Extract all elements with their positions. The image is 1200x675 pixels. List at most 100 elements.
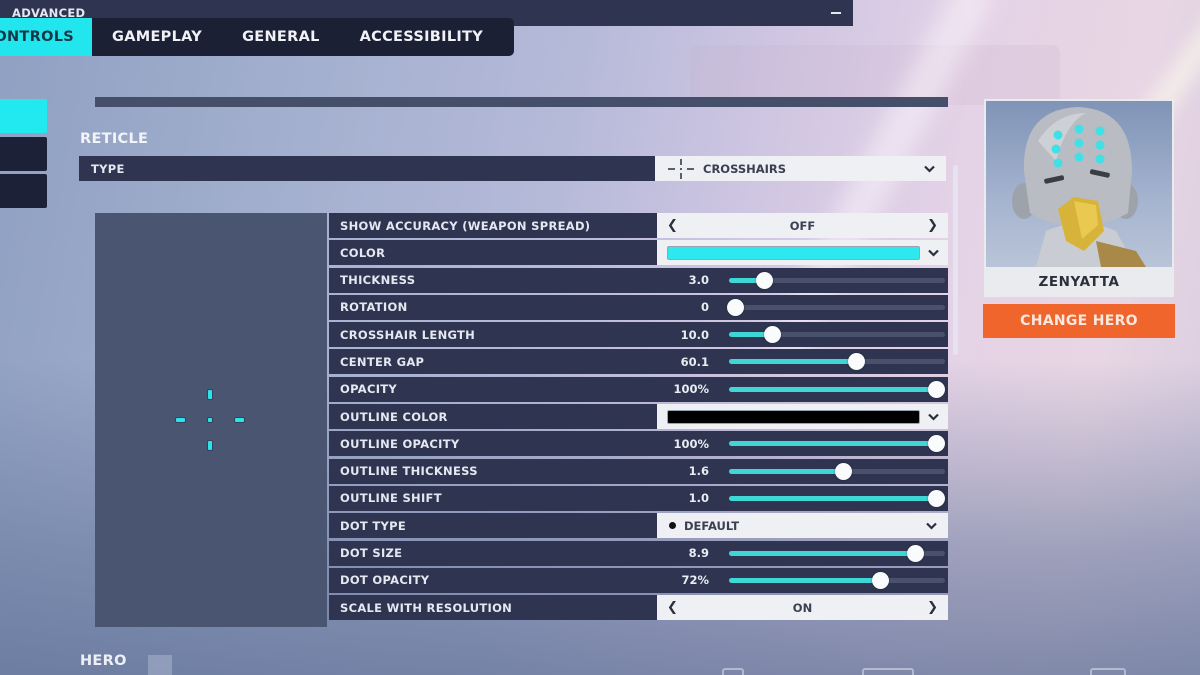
setting-label: ROTATION [329,294,657,320]
outline-shift-slider[interactable]: 1.0 [657,485,948,511]
reticle-advanced-settings: SHOW ACCURACY (WEAPON SPREAD) ❮ OFF ❯ COLOR T… [329,213,948,622]
slider-fill [729,577,881,583]
slider-value: 0 [700,300,709,315]
change-hero-button[interactable]: CHANGE HERO [983,304,1175,338]
previous-setting-row [95,97,948,107]
section-title-hero: HERO [80,653,127,669]
setting-label: DOT OPACITY [329,567,657,593]
outline-opacity-slider[interactable]: 100% [657,431,948,457]
setting-row-opacity: OPACITY 100% [329,376,948,402]
chevron-left-icon[interactable]: ❮ [667,218,678,233]
show-accuracy-weapon-spread-selector: ❮ OFF ❯ [657,213,948,238]
sidebar-item[interactable] [0,137,47,171]
scrollbar[interactable] [953,165,958,355]
slider-track[interactable] [729,489,946,507]
crosshair-preview-right [235,418,244,422]
slider-track[interactable] [729,571,945,589]
rotation-slider[interactable]: 0 [657,294,948,320]
slider-value: 1.0 [688,491,709,506]
slider-thumb[interactable] [928,380,946,398]
slider-fill [729,441,937,447]
setting-row-dot-opacity: DOT OPACITY 72% [329,567,948,593]
sidebar-item[interactable] [0,174,47,208]
center-gap-slider[interactable]: 60.1 [657,349,948,375]
reticle-type-value: CROSSHAIRS [703,161,787,176]
sidebar-item-active[interactable] [0,99,47,133]
slider-thumb[interactable] [727,298,745,316]
collapse-minus-icon[interactable] [831,12,841,14]
tab-general[interactable]: GENERAL [222,18,340,56]
tab-gameplay[interactable]: GAMEPLAY [92,18,222,56]
slider-value: 72% [681,573,709,588]
hero-portrait [986,101,1172,267]
setting-label: SHOW ACCURACY (WEAPON SPREAD) [329,213,657,238]
setting-row-show-accuracy-weapon-spread: SHOW ACCURACY (WEAPON SPREAD) ❮ OFF ❯ [329,213,948,238]
slider-track[interactable] [729,544,945,562]
tab-accessibility[interactable]: ACCESSIBILITY [340,18,503,56]
setting-label: COLOR [329,240,657,266]
color-swatch [667,245,920,260]
settings-tab-bar: CONTROLS GAMEPLAY GENERAL ACCESSIBILITY [0,18,514,56]
crosshair-preview-dot [208,418,212,422]
slider-fill [729,495,937,501]
scale-with-resolution-selector: ❮ ON ❯ [657,595,948,620]
slider-track[interactable] [729,353,945,371]
slider-value: 3.0 [688,273,709,288]
setting-row-crosshair-length: CROSSHAIR LENGTH 10.0 [329,322,948,348]
slider-thumb[interactable] [928,489,946,507]
chevron-down-icon [922,162,936,176]
slider-fill [729,359,857,365]
slider-thumb[interactable] [848,353,866,371]
dot-size-slider[interactable]: 8.9 [657,540,948,566]
slider-track[interactable] [729,380,946,398]
slider-thumb[interactable] [835,462,853,480]
setting-label: OUTLINE COLOR [329,404,657,430]
setting-label: OUTLINE THICKNESS [329,458,657,484]
setting-label: CROSSHAIR LENGTH [329,322,657,348]
slider-thumb[interactable] [872,571,890,589]
setting-row-outline-shift: OUTLINE SHIFT 1.0 [329,485,948,511]
slider-value: 1.6 [688,464,709,479]
setting-row-dot-size: DOT SIZE 8.9 [329,540,948,566]
hero-card: ZENYATTA [984,99,1174,297]
slider-value: 8.9 [688,546,709,561]
outline-thickness-slider[interactable]: 1.6 [657,458,948,484]
background-element [722,668,744,675]
crosshair-icon [667,158,695,179]
chevron-right-icon[interactable]: ❯ [927,600,938,615]
dot-opacity-slider[interactable]: 72% [657,567,948,593]
outline-color-picker[interactable] [657,404,948,429]
slider-track[interactable] [729,435,946,453]
setting-row-color: COLOR [329,240,948,266]
slider-track[interactable] [729,462,945,480]
color-picker[interactable] [657,240,948,265]
background-element [148,655,172,675]
setting-label: DOT TYPE [329,513,657,539]
slider-fill [729,468,844,474]
setting-row-type: TYPE CROSSHAIRS [79,156,948,181]
crosshair-length-slider[interactable]: 10.0 [657,322,948,348]
opacity-slider[interactable]: 100% [657,376,948,402]
dot-type-dropdown[interactable]: DEFAULT [657,513,948,538]
thickness-slider[interactable]: 3.0 [657,267,948,293]
setting-label: OPACITY [329,376,657,402]
reticle-preview [95,213,327,627]
background-panel [690,45,1060,105]
chevron-right-icon[interactable]: ❯ [927,218,938,233]
slider-value: 100% [673,382,709,397]
chevron-left-icon[interactable]: ❮ [667,600,678,615]
hero-name: ZENYATTA [1038,274,1120,290]
slider-track[interactable] [729,271,945,289]
slider-track[interactable] [727,298,945,316]
setting-row-center-gap: CENTER GAP 60.1 [329,349,948,375]
reticle-type-dropdown[interactable]: CROSSHAIRS [655,156,946,181]
dropdown-value: DEFAULT [684,518,740,533]
slider-thumb[interactable] [906,544,924,562]
slider-track[interactable] [729,326,945,344]
slider-thumb[interactable] [764,326,782,344]
chevron-down-icon [926,246,940,260]
slider-thumb[interactable] [928,435,946,453]
tab-controls[interactable]: CONTROLS [0,18,92,56]
chevron-down-icon [924,519,938,533]
slider-thumb[interactable] [755,271,773,289]
